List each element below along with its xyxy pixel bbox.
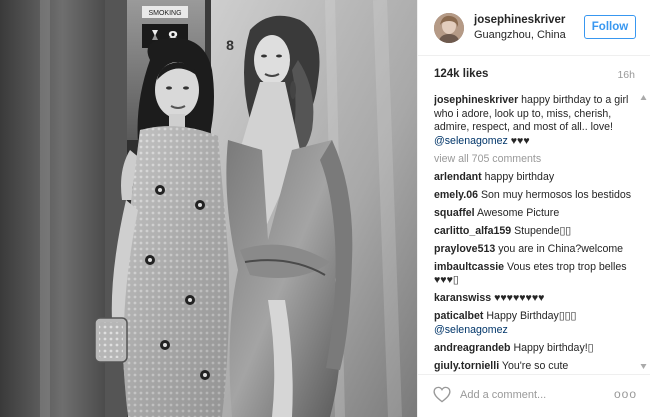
comment-item: karanswiss ♥♥♥♥♥♥♥♥ — [434, 292, 640, 306]
comment-item: praylove513 you are in China?welcome — [434, 243, 640, 257]
caption-mention[interactable]: @selenagomez — [434, 135, 508, 147]
comment-text: Son muy hermosos los bestidos — [480, 188, 632, 201]
comment-item: andreagrandeb Happy birthday!▯ — [434, 342, 640, 356]
follow-button[interactable]: Follow — [584, 15, 636, 39]
post-stats: 124k likes 16h — [434, 64, 635, 86]
caption: josephineskriver happy birthday to a gir… — [434, 94, 640, 148]
comment-text: ♥♥♥♥♥♥♥♥ — [494, 292, 545, 304]
scroll-up-arrow-icon[interactable] — [640, 94, 647, 101]
comment-text: happy birthday — [484, 170, 555, 183]
post-time[interactable]: 16h — [617, 69, 635, 81]
comment-item: carlitto_alfa159 Stupende▯▯ — [434, 225, 640, 239]
comment-username[interactable]: arlendant — [434, 171, 482, 183]
post-photo[interactable]: SMOKING 8 8 — [0, 0, 417, 417]
photo-image: SMOKING 8 8 — [0, 0, 417, 417]
comment-username[interactable]: carlitto_alfa159 — [434, 225, 511, 237]
comment-username[interactable]: imbaultcassie — [434, 261, 504, 273]
comment-text: Awesome Picture — [476, 206, 560, 219]
comment-username[interactable]: paticalbet — [434, 310, 483, 322]
post-sidebar: josephineskriver Guangzhou, China Follow… — [417, 0, 650, 417]
avatar-image — [434, 13, 464, 43]
avatar[interactable] — [434, 13, 464, 43]
comment-text: You're so cute — [501, 359, 569, 372]
comment-username[interactable]: squaffel — [434, 207, 475, 219]
comment-item: squaffel Awesome Picture — [434, 207, 640, 221]
caption-username[interactable]: josephineskriver — [434, 94, 518, 106]
comment-item: giuly.tornielli You're so cute — [434, 360, 640, 374]
post-footer: ooo — [418, 374, 650, 417]
likes-count[interactable]: 124k likes — [434, 68, 488, 80]
comment-username[interactable]: giuly.tornielli — [434, 360, 499, 372]
comment-item: imbaultcassie Vous etes trop trop belles… — [434, 261, 640, 288]
add-comment-input[interactable] — [460, 387, 600, 403]
comment-item: paticalbet Happy Birthday▯▯▯ @selenagome… — [434, 310, 640, 337]
comment-username[interactable]: karanswiss — [434, 292, 491, 304]
comment-item: emely.06 Son muy hermosos los bestidos — [434, 189, 640, 203]
caption-hearts: ♥♥♥ — [510, 134, 530, 147]
comment-username[interactable]: emely.06 — [434, 189, 478, 201]
comment-username[interactable]: praylove513 — [434, 243, 495, 255]
sign-text: SMOKING — [148, 10, 181, 17]
more-options-icon[interactable]: ooo — [614, 387, 637, 401]
comment-mention[interactable]: @selenagomez — [434, 324, 508, 336]
comment-text: Stupende▯▯ — [514, 224, 572, 237]
username-link[interactable]: josephineskriver — [474, 14, 565, 26]
comment-username[interactable]: andreagrandeb — [434, 342, 511, 354]
comments-list: josephineskriver happy birthday to a gir… — [434, 94, 640, 374]
comment-text: Happy Birthday▯▯▯ — [486, 310, 577, 322]
scroll-down-arrow-icon[interactable] — [640, 363, 647, 370]
post-header: josephineskriver Guangzhou, China Follow — [418, 0, 650, 56]
svg-text:8: 8 — [226, 37, 234, 53]
location-link[interactable]: Guangzhou, China — [474, 29, 566, 41]
comment-text: Happy birthday!▯ — [513, 341, 594, 354]
like-heart-icon[interactable] — [433, 386, 451, 403]
instagram-post: SMOKING 8 8 — [0, 0, 650, 417]
comment-text: you are in China?welcome — [498, 242, 624, 255]
view-all-comments-link[interactable]: view all 705 comments — [434, 153, 640, 167]
comment-item: arlendant happy birthday — [434, 171, 640, 185]
